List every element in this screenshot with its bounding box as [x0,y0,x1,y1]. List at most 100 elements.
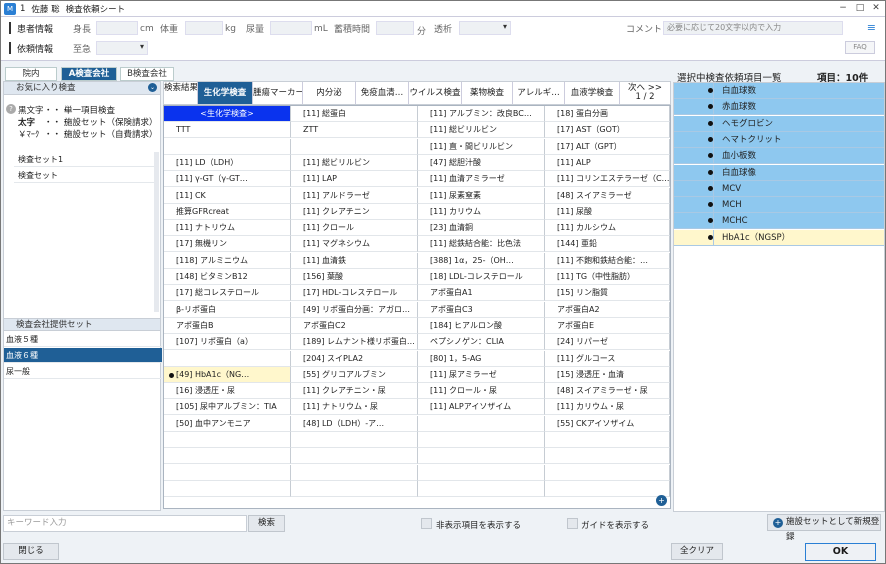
tab-immunology[interactable]: 免疫血清… [356,82,409,104]
menu-icon[interactable]: ≡ [867,21,876,34]
test-item-cell[interactable]: [11] 尿酸 [545,203,670,220]
test-item-cell[interactable]: [189] レムナント様リポ蛋白… [291,334,418,351]
close-icon[interactable]: ✕ [868,1,884,16]
test-item-cell[interactable]: [17] HDL-コレステロール [291,285,418,302]
test-item-cell[interactable]: [48] スイアミラーゼ・尿 [545,383,670,400]
test-item-cell[interactable]: [11] カリウム・尿 [545,399,670,416]
test-item-cell[interactable]: [16] 浸透圧・尿 [164,383,291,400]
test-item-cell[interactable]: [11] マグネシウム [291,236,418,253]
test-item-cell[interactable]: [24] リパーゼ [545,334,670,351]
test-item-cell[interactable]: [11] コリンエステラーゼ（C… [545,171,670,188]
test-item-cell[interactable]: [11] アルドラーゼ [291,187,418,204]
test-item-cell[interactable]: [11] クレアチニン [291,203,418,220]
selected-item-row[interactable]: 白血球数 [674,83,884,99]
selected-item-row[interactable]: MCH [674,197,884,214]
test-item-cell[interactable]: [11] アルブミン：改良BC… [418,106,545,122]
show-guide-checkbox[interactable] [567,518,578,529]
selected-item-row[interactable]: MCHC [674,213,884,230]
test-item-cell[interactable]: [50] 血中アンモニア [164,415,291,432]
test-item-cell[interactable]: アポ蛋白B [164,317,291,334]
test-item-cell[interactable]: アポ蛋白C2 [291,317,418,334]
tab-drug[interactable]: 薬物検査 [462,82,513,104]
test-item-cell[interactable]: [11] クロール・尿 [418,383,545,400]
faq-button[interactable]: FAQ [845,41,875,54]
test-item-cell[interactable]: [11] 総ビリルビン [418,122,545,139]
test-item-cell[interactable]: アポ蛋白E [545,317,670,334]
test-item-cell[interactable]: [48] LD（LDH）-ア… [291,415,418,432]
test-item-cell[interactable]: [11] クロール [291,220,418,237]
maximize-icon[interactable]: □ [852,1,868,16]
test-item-cell[interactable]: [156] 葉酸 [291,269,418,285]
company-set-item[interactable]: 血液６種 [4,348,162,363]
test-item-cell[interactable]: [11] グルコース [545,350,670,367]
tab-virus[interactable]: ウイルス検査 [409,82,462,104]
test-item-cell[interactable]: [11] LAP [291,171,418,188]
tab-in-hospital[interactable]: 院内 [5,67,57,81]
test-item-cell[interactable]: [47] 総胆汁酸 [418,154,545,171]
test-item-cell[interactable] [418,415,545,432]
add-icon[interactable]: + [656,495,667,506]
test-item-cell[interactable]: [17] ALT（GPT） [545,138,670,155]
selected-item-row[interactable]: MCV [674,180,884,197]
clear-all-button[interactable]: 全クリア [671,543,723,560]
test-item-cell[interactable]: [11] ナトリウム [164,220,291,237]
search-button[interactable]: 検索 [248,515,285,532]
selected-item-row[interactable]: 赤血球数 [674,99,884,116]
test-item-cell[interactable]: β-リポ蛋白 [164,301,291,318]
favorite-set[interactable]: 検査セット [14,168,154,183]
test-item-cell[interactable]: [144] 亜鉛 [545,236,670,253]
test-item-cell[interactable]: [18] LDL-コレステロール [418,269,545,285]
tab-hematology[interactable]: 血液学検査 [565,82,620,104]
selected-item-row[interactable]: HbA1c（NGSP） [674,229,884,246]
test-item-cell[interactable]: [55] グリコアルブミン [291,366,418,383]
test-item-cell[interactable]: [11] ALPアイソザイム [418,399,545,416]
test-item-cell[interactable]: [49] リポ蛋白分画：アガロ… [291,301,418,318]
ok-button[interactable]: OK [805,543,876,561]
test-item-cell[interactable]: [11] 総鉄結合能：比色法 [418,236,545,253]
test-item-cell[interactable]: [11] カリウム [418,203,545,220]
tab-endocrine[interactable]: 内分泌 [303,82,356,104]
test-item-cell[interactable]: [11] TG（中性脂肪） [545,269,670,285]
test-item-cell[interactable]: [11] 総ビリルビン [291,154,418,171]
test-item-cell[interactable]: [11] γ-GT（γ-GT… [164,171,291,188]
test-item-cell[interactable] [164,138,291,155]
test-item-cell[interactable]: [15] リン脂質 [545,285,670,302]
show-hidden-checkbox[interactable] [421,518,432,529]
selected-item-row[interactable]: 白血球像 [674,164,884,181]
test-item-cell[interactable]: [17] 無機リン [164,236,291,253]
favorites-header[interactable]: お気に入り検査 ⌄ [4,82,160,95]
test-item-cell[interactable]: [49] HbA1c（NG… [164,366,291,383]
favorite-set[interactable]: 検査セット1 [14,152,154,167]
test-item-cell[interactable]: [11] 不飽和鉄結合能：… [545,252,670,269]
next-page-button[interactable]: 次へ >> 1 / 2 [620,82,670,104]
test-item-cell[interactable]: アポ蛋白A1 [418,285,545,302]
chevron-down-icon[interactable]: ⌄ [148,83,157,92]
close-button[interactable]: 閉じる [3,543,59,560]
test-item-cell[interactable]: [11] 尿アミラーゼ [418,366,545,383]
test-item-cell[interactable]: [11] LD（LDH） [164,154,291,171]
test-item-cell[interactable]: [17] AST（GOT） [545,122,670,139]
company-set-item[interactable]: 尿一般 [4,364,162,379]
test-item-cell[interactable]: TTT [164,122,291,139]
test-item-cell[interactable]: [148] ビタミンB12 [164,269,291,285]
tab-allergy[interactable]: アレルギ… [513,82,565,104]
test-item-cell[interactable]: 推算GFRcreat [164,203,291,220]
test-item-cell[interactable]: [48] スイアミラーゼ [545,187,670,204]
selected-item-row[interactable]: ヘマトクリット [674,131,884,148]
test-item-cell[interactable]: [105] 尿中アルブミン：TIA [164,399,291,416]
test-item-cell[interactable]: [107] リポ蛋白（a） [164,334,291,351]
test-item-cell[interactable]: [11] ナトリウム・尿 [291,399,418,416]
tab-company-b[interactable]: B検査会社 [120,67,174,81]
favorites-scrollbar[interactable] [154,152,159,312]
test-item-cell[interactable]: [11] 血清鉄 [291,252,418,269]
tab-search-results[interactable]: 検索結果 [164,82,198,104]
company-set-item[interactable]: 血液５種 [4,332,162,347]
test-item-cell[interactable]: [118] アルミニウム [164,252,291,269]
test-item-cell[interactable]: [17] 総コレステロール [164,285,291,302]
tab-biochemistry[interactable]: 生化学検査 [198,82,253,104]
test-item-cell[interactable]: <生化学検査> [164,106,291,122]
tab-tumor-markers[interactable]: 腫瘍マーカー [253,82,303,104]
test-item-cell[interactable]: アポ蛋白C3 [418,301,545,318]
help-icon[interactable]: ? [6,104,16,114]
test-item-cell[interactable]: [80] 1，5-AG [418,350,545,367]
